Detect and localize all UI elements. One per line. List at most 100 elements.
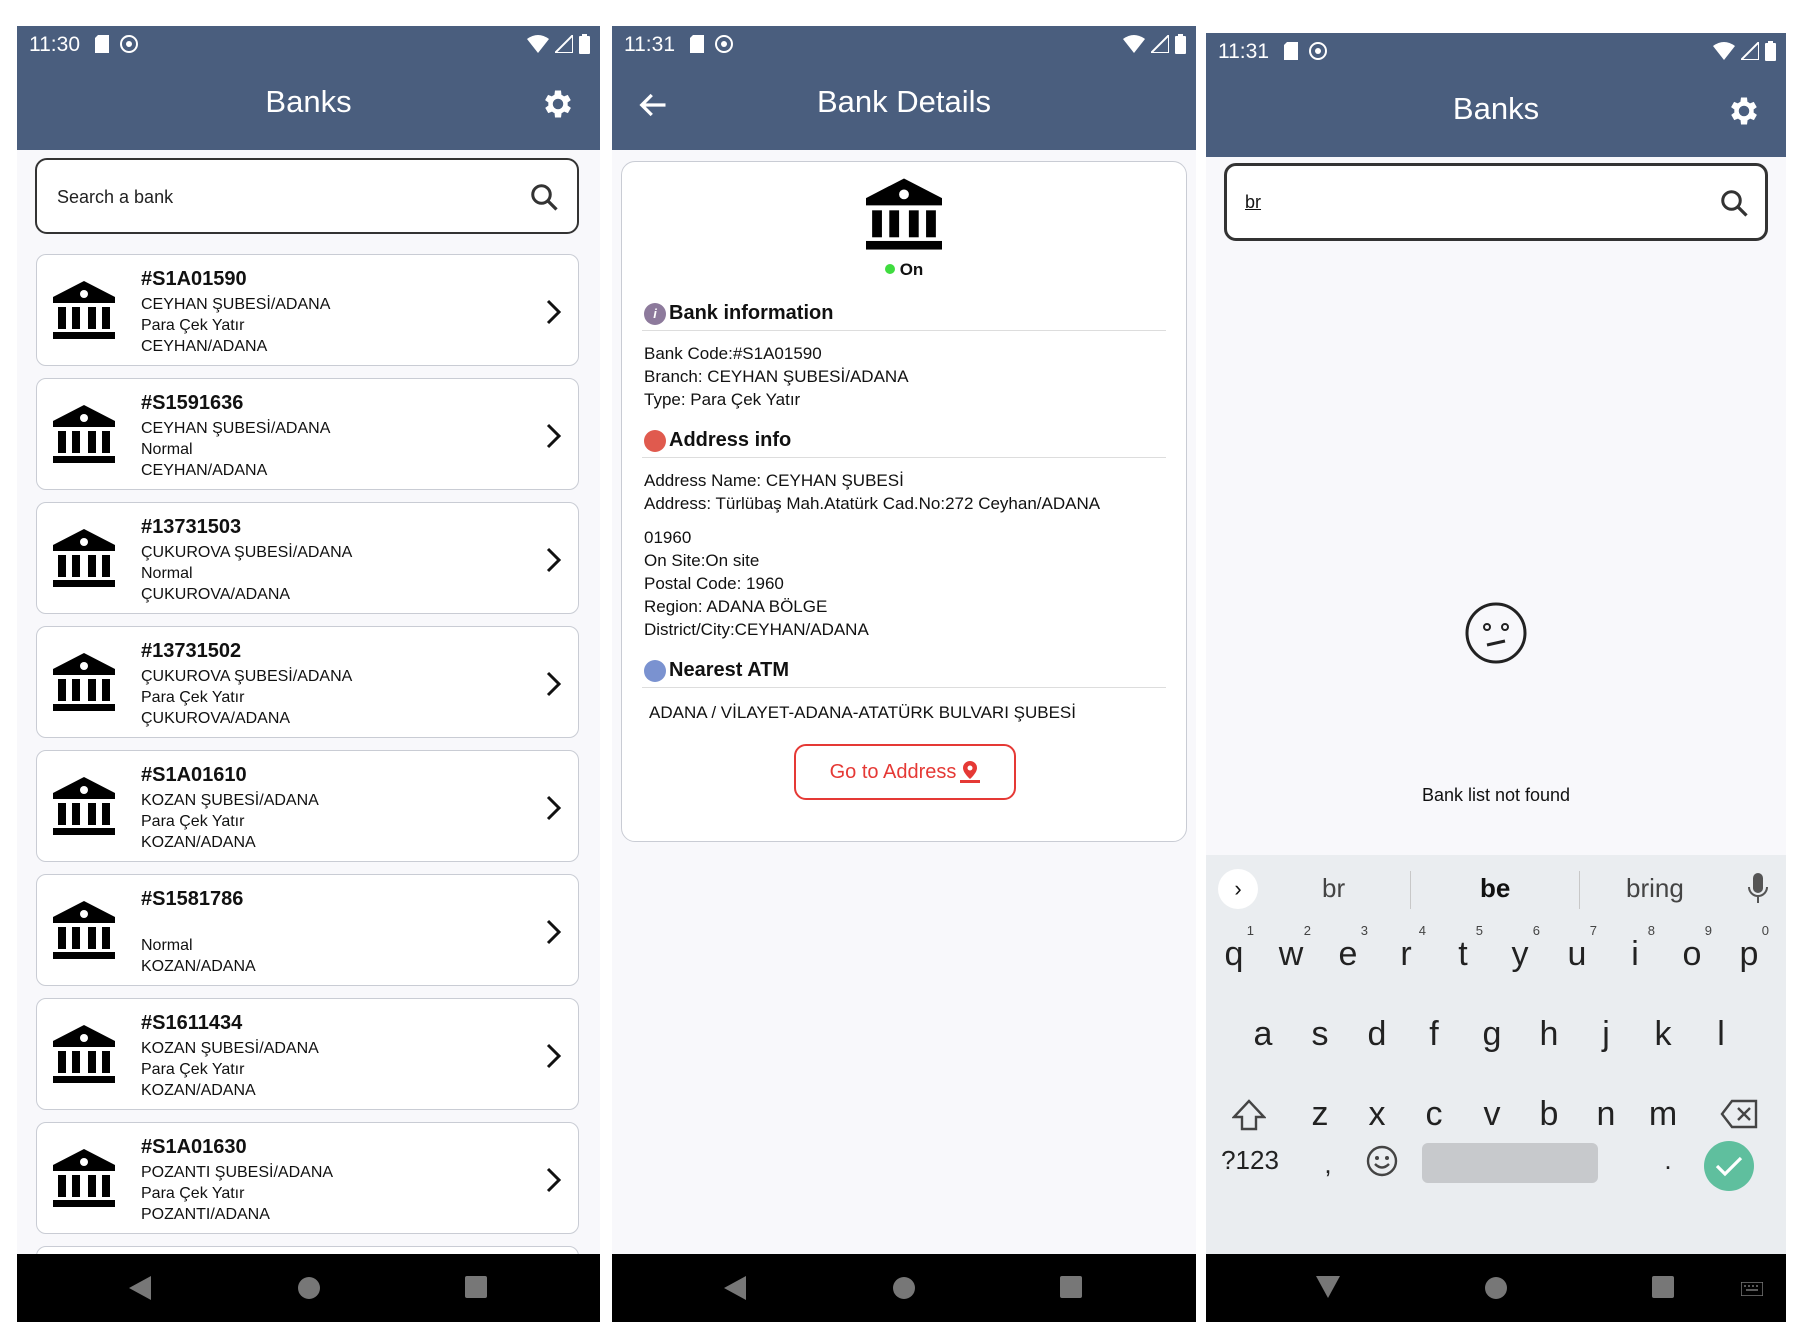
key-i[interactable]: i8: [1615, 923, 1655, 974]
search-icon[interactable]: [1719, 188, 1749, 218]
key-e[interactable]: e3: [1328, 923, 1368, 974]
key-k[interactable]: k: [1643, 1015, 1683, 1054]
nav-recents-icon[interactable]: [1060, 1276, 1082, 1298]
enter-button[interactable]: [1704, 1141, 1754, 1191]
search-input[interactable]: Search a bank: [57, 187, 173, 208]
shift-icon[interactable]: [1232, 1099, 1266, 1131]
nearest-atm-heading-label: Nearest ATM: [669, 659, 790, 681]
key-c[interactable]: c: [1414, 1095, 1454, 1134]
nav-collapse-keyboard-icon[interactable]: [1316, 1276, 1340, 1298]
go-to-address-button[interactable]: Go to Address: [794, 744, 1016, 800]
key-t[interactable]: t5: [1443, 923, 1483, 974]
search-field[interactable]: br: [1224, 163, 1768, 241]
search-icon[interactable]: [529, 182, 559, 212]
bank-code: #S1A01630: [141, 1136, 247, 1158]
bank-branch: CEYHAN ŞUBESİ/ADANA: [141, 296, 331, 313]
status-time: 11:31: [1218, 40, 1269, 63]
key-x[interactable]: x: [1357, 1095, 1397, 1134]
key-g[interactable]: g: [1472, 1015, 1512, 1054]
nav-back-icon[interactable]: [129, 1276, 151, 1300]
key-s[interactable]: s: [1300, 1015, 1340, 1054]
key-a[interactable]: a: [1243, 1015, 1283, 1054]
nav-home-icon[interactable]: [892, 1276, 916, 1300]
bank-city: KOZAN/ADANA: [141, 834, 256, 851]
nearest-atm-value: ADANA / VİLAYET-ADANA-ATATÜRK BULVARI ŞU…: [649, 703, 1076, 722]
chevron-right-icon[interactable]: ›: [1218, 869, 1258, 909]
nav-recents-icon[interactable]: [1652, 1276, 1674, 1298]
key-f[interactable]: f: [1414, 1015, 1454, 1054]
settings-gear-icon[interactable]: [1726, 93, 1762, 129]
emoji-icon[interactable]: [1366, 1145, 1398, 1177]
nav-home-icon[interactable]: [297, 1276, 321, 1300]
bank-list-item[interactable]: #S1A01630 POZANTI ŞUBESİ/ADANA Para Çek …: [36, 1122, 579, 1234]
bank-list-item[interactable]: #S1581786 Normal KOZAN/ADANA: [36, 874, 579, 986]
space-bar[interactable]: [1422, 1143, 1598, 1183]
suggestion-2[interactable]: be: [1480, 873, 1510, 904]
key-l[interactable]: l: [1701, 1015, 1741, 1054]
chevron-right-icon: [546, 547, 562, 573]
comma-key[interactable]: ,: [1308, 1149, 1348, 1180]
key-b[interactable]: b: [1529, 1095, 1569, 1134]
backspace-icon[interactable]: [1720, 1099, 1758, 1129]
battery-icon: [1175, 34, 1186, 54]
symbols-key[interactable]: ?123: [1220, 1145, 1280, 1176]
bank-list-item[interactable]: #13731503 ÇUKUROVA ŞUBESİ/ADANA Normal Ç…: [36, 502, 579, 614]
region-line: Region: ADANA BÖLGE: [644, 597, 828, 616]
bank-building-icon: [53, 529, 115, 587]
search-input[interactable]: br: [1245, 192, 1261, 213]
key-y[interactable]: y6: [1500, 923, 1541, 974]
key-d[interactable]: d: [1357, 1015, 1397, 1054]
bank-list-item[interactable]: #S1A01590 CEYHAN ŞUBESİ/ADANA Para Çek Y…: [36, 254, 579, 366]
bank-list-item[interactable]: #13731502 ÇUKUROVA ŞUBESİ/ADANA Para Çek…: [36, 626, 579, 738]
key-z[interactable]: z: [1300, 1095, 1340, 1134]
key-h[interactable]: h: [1529, 1015, 1569, 1054]
sync-icon: [120, 35, 138, 53]
bank-city: KOZAN/ADANA: [141, 1082, 256, 1099]
key-w[interactable]: w2: [1271, 923, 1311, 974]
status-time: 11:31: [624, 33, 675, 56]
period-key[interactable]: .: [1648, 1145, 1688, 1176]
key-p[interactable]: p0: [1729, 923, 1769, 974]
key-q[interactable]: q1: [1214, 923, 1254, 974]
microphone-icon[interactable]: [1748, 873, 1768, 905]
bank-city: CEYHAN/ADANA: [141, 338, 268, 355]
location-pin-icon: [960, 761, 981, 783]
app-bar: Banks: [1206, 69, 1786, 157]
keyboard-switch-icon[interactable]: [1741, 1282, 1763, 1296]
zip-line: 01960: [644, 528, 692, 547]
bank-type: Para Çek Yatır: [141, 1061, 245, 1078]
bank-list-item[interactable]: #S1A01610 KOZAN ŞUBESİ/ADANA Para Çek Ya…: [36, 750, 579, 862]
chevron-right-icon: [546, 671, 562, 697]
page-title: Banks: [1452, 91, 1540, 126]
settings-gear-icon[interactable]: [540, 86, 576, 122]
key-v[interactable]: v: [1472, 1095, 1512, 1134]
address-name-line: Address Name: CEYHAN ŞUBESİ: [644, 471, 904, 490]
nav-recents-icon[interactable]: [465, 1276, 487, 1298]
bank-code: #S1581786: [141, 888, 244, 910]
bank-code: #13731502: [141, 640, 242, 662]
suggestion-1[interactable]: br: [1322, 873, 1345, 904]
bank-city: POZANTI/ADANA: [141, 1206, 270, 1223]
key-r[interactable]: r4: [1386, 923, 1426, 974]
bank-status: On: [622, 260, 1186, 280]
key-n[interactable]: n: [1586, 1095, 1626, 1134]
search-field[interactable]: Search a bank: [35, 158, 579, 234]
chevron-right-icon: [546, 1167, 562, 1193]
suggestion-3[interactable]: bring: [1626, 873, 1684, 904]
address-info-heading: Address info: [644, 429, 791, 452]
sd-card-icon: [95, 35, 109, 53]
bank-city: KOZAN/ADANA: [141, 958, 256, 975]
key-u[interactable]: u7: [1557, 923, 1597, 974]
key-j[interactable]: j: [1586, 1015, 1626, 1054]
address-line: Address: Türlübaş Mah.Atatürk Cad.No:272…: [644, 494, 1101, 513]
divider: [1410, 871, 1411, 909]
key-m[interactable]: m: [1643, 1095, 1683, 1134]
nav-back-icon[interactable]: [724, 1276, 746, 1300]
nav-home-icon[interactable]: [1484, 1276, 1508, 1300]
key-o[interactable]: o9: [1672, 923, 1712, 974]
bank-list-item[interactable]: #S1591636 CEYHAN ŞUBESİ/ADANA Normal CEY…: [36, 378, 579, 490]
status-bar: 11:30: [17, 26, 600, 62]
system-nav-bar: [17, 1254, 600, 1322]
bank-building-icon: [53, 405, 115, 463]
bank-list-item[interactable]: #S1611434 KOZAN ŞUBESİ/ADANA Para Çek Ya…: [36, 998, 579, 1110]
